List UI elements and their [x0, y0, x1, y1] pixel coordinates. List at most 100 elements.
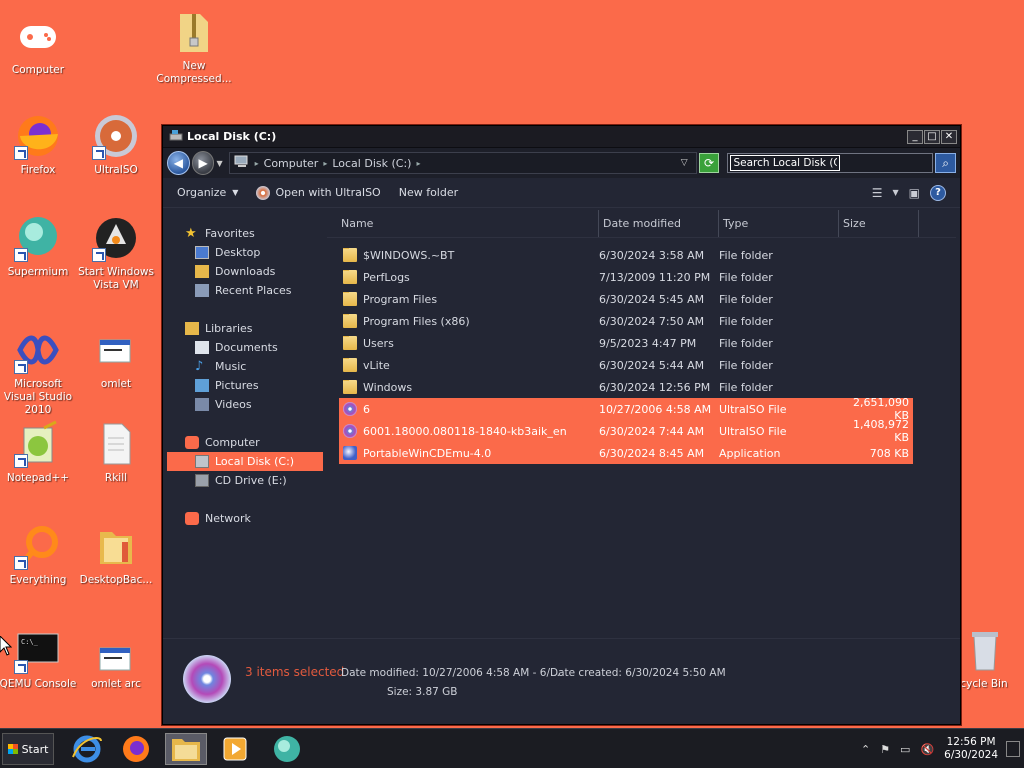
organize-button[interactable]: Organize ▼	[177, 186, 238, 199]
nav-label: Network	[205, 512, 251, 525]
desktop-icon-supermium[interactable]: Supermium	[0, 214, 78, 279]
notepad-plus-plus-icon	[14, 420, 62, 468]
file-date: 6/30/2024 5:45 AM	[599, 292, 705, 306]
desktop-icon-everything[interactable]: Everything	[0, 522, 78, 587]
nav-libraries[interactable]: Libraries	[163, 319, 323, 338]
desktop-icon-label: Firefox	[20, 164, 56, 176]
breadcrumb-separator-icon[interactable]: ▸	[255, 159, 259, 168]
file-row-selected[interactable]: PortableWinCDEmu-4.0 6/30/2024 8:45 AM App…	[339, 442, 913, 464]
nav-desktop[interactable]: Desktop	[163, 243, 323, 262]
column-header-date[interactable]: Date modified	[599, 210, 719, 237]
nav-pictures[interactable]: Pictures	[163, 376, 323, 395]
file-type: File folder	[719, 336, 773, 350]
open-with-ultraiso-button[interactable]: Open with UltraISO	[256, 185, 381, 200]
desktop-icon-vista-vm[interactable]: Start Windows Vista VM	[76, 214, 156, 292]
action-center-flag-icon[interactable]: ⚑	[880, 743, 890, 756]
network-status-icon[interactable]: ▭	[900, 743, 910, 756]
file-row-selected[interactable]: 6001.18000.080118-1840-kb3aik_en 6/30/202…	[339, 418, 913, 444]
batch-file-icon	[92, 326, 140, 374]
desktop-icon-label: DesktopBac...	[79, 574, 153, 586]
network-icon	[185, 512, 199, 525]
desktop-icon-compressed[interactable]: New Compressed...	[154, 8, 234, 86]
desktop-icon-visual-studio[interactable]: Microsoft Visual Studio 2010	[0, 326, 78, 417]
nav-documents[interactable]: Documents	[163, 338, 323, 357]
column-header-name[interactable]: Name	[327, 210, 599, 237]
address-dropdown-icon[interactable]: ▽	[681, 158, 688, 168]
file-row[interactable]: $WINDOWS.~BT 6/30/2024 3:58 AM File folder	[339, 244, 913, 266]
view-dropdown-icon[interactable]: ▼	[893, 188, 899, 197]
file-row[interactable]: vLite 6/30/2024 5:44 AM File folder	[339, 354, 913, 376]
file-row[interactable]: Windows 6/30/2024 12:56 PM File folder	[339, 376, 913, 398]
nav-cd-drive[interactable]: CD Drive (E:)	[163, 471, 323, 490]
nav-label: Desktop	[215, 246, 261, 259]
close-button[interactable]: ✕	[941, 129, 957, 144]
visual-studio-icon	[14, 326, 62, 374]
breadcrumb-separator-icon[interactable]: ▸	[416, 159, 420, 168]
column-header-type[interactable]: Type	[719, 210, 839, 237]
breadcrumb-local-disk[interactable]: Local Disk (C:)	[332, 157, 411, 170]
refresh-button[interactable]: ⟳	[698, 153, 720, 173]
nav-local-disk[interactable]: Local Disk (C:)	[167, 452, 323, 471]
nav-network[interactable]: Network	[163, 509, 323, 528]
search-input[interactable]	[730, 155, 841, 171]
file-row[interactable]: Program Files (x86) 6/30/2024 7:50 AM File…	[339, 310, 913, 332]
view-options-icon[interactable]: ☰	[872, 186, 883, 200]
help-icon[interactable]: ?	[930, 184, 946, 201]
taskbar-media-player[interactable]	[214, 733, 256, 765]
file-date: 6/30/2024 7:50 AM	[599, 314, 705, 328]
command-bar: Organize ▼ Open with UltraISO New folder …	[163, 178, 960, 208]
file-row-selected[interactable]: 6 10/27/2006 4:58 AM UltraISO File 2,651,09…	[339, 396, 913, 422]
file-row[interactable]: Users 9/5/2023 4:47 PM File folder	[339, 332, 913, 354]
address-bar-row: ◀ ▶ ▼ ▸ Computer ▸ Local Disk (C:) ▸ ▽ ⟳…	[163, 148, 960, 178]
volume-muted-icon[interactable]: 🔇	[920, 743, 934, 756]
taskbar-firefox[interactable]	[115, 733, 157, 765]
nav-label: Documents	[215, 341, 278, 354]
clock[interactable]: 12:56 PM 6/30/2024	[944, 736, 998, 762]
preview-pane-icon[interactable]: ▣	[909, 186, 920, 200]
nav-computer[interactable]: Computer	[163, 433, 323, 452]
nav-recent-places[interactable]: Recent Places	[163, 281, 323, 300]
show-desktop-button[interactable]	[1006, 741, 1020, 757]
qemu-icon	[92, 214, 140, 262]
address-bar[interactable]: ▸ Computer ▸ Local Disk (C:) ▸ ▽	[228, 152, 697, 174]
clock-date: 6/30/2024	[944, 749, 998, 761]
breadcrumb-computer[interactable]: Computer	[264, 157, 319, 170]
supermium-icon	[14, 214, 62, 262]
minimize-button[interactable]: _	[907, 129, 923, 144]
start-button[interactable]: Start	[2, 733, 54, 765]
desktop-icon-ultraiso[interactable]: UltraISO	[76, 112, 156, 177]
breadcrumb-separator-icon[interactable]: ▸	[323, 159, 327, 168]
nav-music[interactable]: ♪ Music	[163, 357, 323, 376]
recent-pages-dropdown[interactable]: ▼	[216, 159, 222, 168]
desktop-icon-rkill[interactable]: Rkill	[76, 420, 156, 485]
maximize-button[interactable]: □	[924, 129, 940, 144]
desktop-icon-desktopbac[interactable]: DesktopBac...	[76, 522, 156, 587]
nav-videos[interactable]: Videos	[163, 395, 323, 414]
taskbar-internet-explorer[interactable]	[66, 733, 108, 765]
search-box[interactable]	[727, 153, 934, 173]
search-button[interactable]: ⌕	[935, 153, 956, 173]
desktop-icon-omlet[interactable]: omlet	[76, 326, 156, 391]
file-row[interactable]: PerfLogs 7/13/2009 11:20 PM File folder	[339, 266, 913, 288]
nav-downloads[interactable]: Downloads	[163, 262, 323, 281]
desktop-icon-firefox[interactable]: Firefox	[0, 112, 78, 177]
desktop-icon-notepadpp[interactable]: Notepad++	[0, 420, 78, 485]
back-button[interactable]: ◀	[167, 151, 190, 175]
column-header-size[interactable]: Size	[839, 210, 919, 237]
title-bar[interactable]: Local Disk (C:) _ □ ✕	[163, 126, 960, 148]
desktop-icon-computer[interactable]: Computer	[0, 12, 78, 77]
desktop-icon-omlet-arc[interactable]: omlet arc	[76, 626, 156, 691]
explorer-window[interactable]: Local Disk (C:) _ □ ✕ ◀ ▶ ▼ ▸ Computer ▸…	[162, 125, 961, 725]
taskbar-explorer[interactable]	[165, 733, 207, 765]
file-name: $WINDOWS.~BT	[363, 248, 455, 262]
details-pane: 3 items selected Date modified: 10/27/20…	[163, 638, 960, 724]
nav-favorites[interactable]: ★ Favorites	[163, 224, 323, 243]
forward-button[interactable]: ▶	[191, 151, 215, 175]
file-type: File folder	[719, 314, 773, 328]
folder-icon	[92, 522, 140, 570]
file-row[interactable]: Program Files 6/30/2024 5:45 AM File folde…	[339, 288, 913, 310]
new-folder-button[interactable]: New folder	[399, 186, 458, 199]
file-type: File folder	[719, 270, 773, 284]
show-hidden-icons-icon[interactable]: ⌃	[861, 743, 870, 756]
taskbar-supermium[interactable]	[266, 733, 308, 765]
